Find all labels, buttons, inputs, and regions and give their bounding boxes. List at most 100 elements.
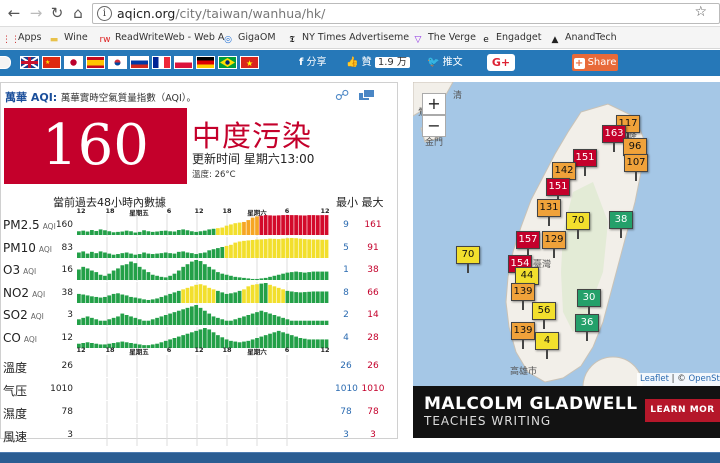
bookmark-0[interactable]: ⋮⋮Apps <box>2 30 42 46</box>
flag-partial-icon[interactable] <box>0 56 11 69</box>
sparkline-bar <box>189 231 194 235</box>
sparkline-bar <box>272 238 277 258</box>
aqi-station-marker[interactable]: 151 <box>573 149 597 176</box>
aqi-station-marker[interactable]: 157 <box>516 231 540 258</box>
os-taskbar <box>0 452 720 463</box>
pollutant-row-o3[interactable]: O3 AQI 16 1 38 <box>1 259 399 281</box>
bookmark-4[interactable]: 𝕿 NY Times Advertiseme <box>286 30 409 46</box>
sparkline-bar <box>263 215 268 235</box>
sparkline-bar <box>133 254 138 258</box>
aqi-station-marker[interactable]: 151 <box>546 178 570 205</box>
aqi-station-marker[interactable]: 70 <box>456 246 480 273</box>
sparkline-bar <box>194 231 199 235</box>
sparkline-bar <box>90 317 94 325</box>
weather-row-2[interactable]: 濕度 78 78 78 <box>1 401 399 423</box>
bookmark-5[interactable]: ▽ The Verge <box>412 30 476 46</box>
sparkline-bar <box>272 315 277 325</box>
sparkline-bar <box>229 292 233 303</box>
tweet-button[interactable]: 🐦 推文 <box>427 54 463 72</box>
info-icon[interactable]: i <box>97 6 112 21</box>
forward-icon[interactable]: → <box>26 3 46 23</box>
sparkline-bar <box>259 215 264 235</box>
aqi-station-marker[interactable]: 139 <box>511 283 535 310</box>
sparkline-bar <box>176 230 181 235</box>
flag-poland-icon[interactable] <box>174 56 193 69</box>
sparkline-bar <box>172 253 177 258</box>
sparkline-bar <box>255 216 259 235</box>
aqi-station-marker[interactable]: 139 <box>511 322 535 349</box>
min-value: 26 <box>340 361 352 371</box>
bookmark-3[interactable]: ◎ GigaOM <box>222 30 275 46</box>
aqi-station-marker[interactable]: 30 <box>577 289 601 316</box>
sparkline-bar <box>255 278 259 280</box>
sparkline-bar <box>263 282 268 303</box>
flag-france-icon[interactable] <box>152 56 171 69</box>
flag-vietnam-icon[interactable]: ★ <box>240 56 259 69</box>
bookmark-1[interactable]: ▬ Wine <box>48 30 88 46</box>
pollutant-row-pm25[interactable]: PM2.5 AQI 160 9 161 <box>1 214 399 236</box>
sparkline-bar <box>211 316 216 325</box>
flag-china-icon[interactable]: ★ <box>42 56 61 69</box>
flag-japan-icon[interactable] <box>64 56 83 69</box>
share-button[interactable]: + Share <box>572 54 618 71</box>
facebook-share-button[interactable]: f 分享 <box>299 54 327 72</box>
aqi-station-marker[interactable]: 70 <box>566 212 590 239</box>
axis-tick: 18 <box>222 346 232 354</box>
sparkline-bar <box>207 229 212 235</box>
zoom-out-button[interactable]: − <box>422 115 446 137</box>
sparkline-bar <box>155 297 159 303</box>
advertisement-banner[interactable]: MALCOLM GLADWELL TEACHES WRITING LEARN M… <box>413 386 720 438</box>
bookmark-2[interactable]: rw ReadWriteWeb - Web A <box>99 30 224 46</box>
sparkline-bar <box>111 254 116 258</box>
sparkline-bar <box>220 246 225 258</box>
pollutant-row-pm10[interactable]: PM10 AQI 83 5 91 <box>1 236 399 259</box>
windows-icon[interactable] <box>358 89 376 103</box>
leaflet-link[interactable]: Leaflet <box>640 374 669 384</box>
aqi-station-marker[interactable]: 129 <box>542 231 566 258</box>
openstreetmap-link[interactable]: OpenSt <box>688 374 719 384</box>
flag-korea-icon[interactable] <box>108 56 127 69</box>
flag-russia-icon[interactable] <box>130 56 149 69</box>
aqi-station-marker[interactable]: 38 <box>609 211 633 238</box>
aqi-station-marker[interactable]: 36 <box>575 314 599 341</box>
engadget-icon: e <box>483 35 489 45</box>
bookmark-star-icon[interactable]: ☆ <box>694 4 707 20</box>
aqi-station-marker[interactable]: 107 <box>624 154 648 181</box>
bookmark-7[interactable]: ▲ AnandTech <box>549 30 617 46</box>
zoom-in-button[interactable]: + <box>422 93 446 115</box>
sparkline-bar <box>324 271 329 280</box>
back-icon[interactable]: ← <box>4 3 24 23</box>
min-value: 1 <box>343 265 349 275</box>
max-value: 161 <box>364 220 382 230</box>
weather-row-3[interactable]: 風速 3 3 3 <box>1 424 399 446</box>
sparkline-bar <box>198 231 203 235</box>
flag-germany-icon[interactable] <box>196 56 215 69</box>
flag-uk-icon[interactable] <box>20 56 39 69</box>
pollutant-row-so2[interactable]: SO2 AQI 3 2 14 <box>1 304 399 326</box>
aqi-station-marker[interactable]: 4 <box>535 332 559 359</box>
ad-learn-more-button[interactable]: LEARN MOR <box>645 399 720 422</box>
flag-spain-icon[interactable] <box>86 56 105 69</box>
sparkline-bar <box>224 320 229 325</box>
share-nodes-icon[interactable]: ☍ <box>335 88 351 104</box>
weather-row-0[interactable]: 溫度 26 26 26 <box>1 355 399 377</box>
current-value: 78 <box>61 407 73 417</box>
sparkline-bar <box>181 288 186 303</box>
aqi-station-marker[interactable]: 131 <box>537 199 561 226</box>
flag-brazil-icon[interactable] <box>218 56 237 69</box>
aqi-map[interactable]: 基隆臺灣高雄市金門鶯清 + − 117163961511071421511317… <box>413 82 720 386</box>
reload-icon[interactable]: ↻ <box>47 3 67 23</box>
sparkline-bar <box>276 215 281 235</box>
weather-row-1[interactable]: 气压 1010 1010 1010 <box>1 378 399 400</box>
address-bar[interactable]: i aqicn.org/city/taiwan/wanhua/hk/ ☆ <box>92 3 720 24</box>
bookmark-6[interactable]: e Engadget <box>480 30 541 46</box>
facebook-like-button[interactable]: 👍 贊 1.9 万 <box>346 54 410 72</box>
google-plus-button[interactable]: G+ <box>487 54 515 71</box>
pollutant-row-no2[interactable]: NO2 AQI 38 8 66 <box>1 281 399 304</box>
home-icon[interactable]: ⌂ <box>68 3 88 23</box>
aqi-station-marker[interactable]: 56 <box>532 302 556 329</box>
sparkline-bar <box>133 232 138 235</box>
sparkline-bar <box>268 238 272 258</box>
sparkline-bar <box>242 288 246 303</box>
sparkline-bar <box>85 268 90 280</box>
